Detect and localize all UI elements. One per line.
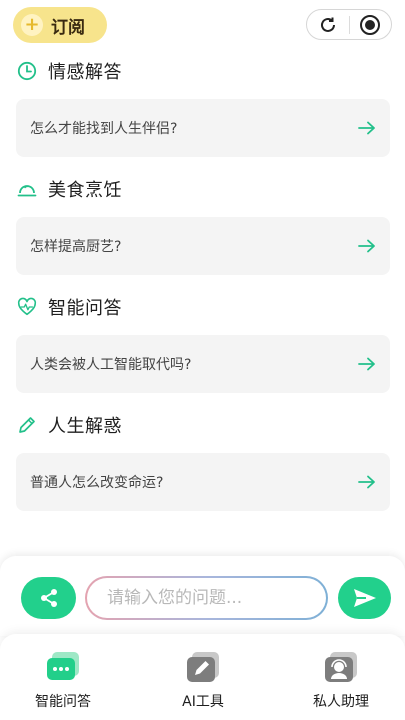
question-card-cooking[interactable]: 怎样提高厨艺? xyxy=(16,217,390,275)
question-text: 怎样提高厨艺? xyxy=(30,239,122,255)
question-text: 普通人怎么改变命运? xyxy=(30,475,164,491)
section-header-cooking: 美食烹饪 xyxy=(17,176,122,202)
question-text: 怎么才能找到人生伴侣? xyxy=(30,121,178,137)
heart-pulse-icon xyxy=(17,297,37,317)
question-card-emotion[interactable]: 怎么才能找到人生伴侣? xyxy=(16,99,390,157)
section-header-emotion: 情感解答 xyxy=(17,58,122,84)
record-icon xyxy=(360,14,381,35)
section-title: 人生解惑 xyxy=(48,416,122,437)
section-title: 智能问答 xyxy=(48,298,122,319)
clock-icon xyxy=(17,61,37,81)
tab-ai-tools[interactable]: AI工具 xyxy=(148,650,258,714)
plus-icon: + xyxy=(21,14,43,36)
arrow-right-icon xyxy=(358,239,375,253)
edit-tool-icon xyxy=(185,650,221,684)
question-card-life[interactable]: 普通人怎么改变命运? xyxy=(16,453,390,511)
send-icon xyxy=(353,589,376,607)
share-button[interactable] xyxy=(21,577,76,619)
section-header-life: 人生解惑 xyxy=(17,412,122,438)
section-header-smart-qa: 智能问答 xyxy=(17,294,122,320)
tab-label: AI工具 xyxy=(182,694,224,710)
close-miniprogram-button[interactable] xyxy=(349,10,391,39)
arrow-right-icon xyxy=(358,357,375,371)
question-input[interactable] xyxy=(85,576,328,620)
question-card-smart-qa[interactable]: 人类会被人工智能取代吗? xyxy=(16,335,390,393)
section-title: 美食烹饪 xyxy=(48,180,122,201)
arrow-right-icon xyxy=(358,475,375,489)
refresh-icon xyxy=(320,17,335,32)
question-text: 人类会被人工智能取代吗? xyxy=(30,357,192,373)
cloche-icon xyxy=(17,179,37,199)
chat-bubble-icon xyxy=(45,650,81,684)
tab-personal-assistant[interactable]: 私人助理 xyxy=(286,650,396,714)
tab-label: 私人助理 xyxy=(313,694,369,710)
arrow-right-icon xyxy=(358,121,375,135)
subscribe-label: 订阅 xyxy=(51,17,85,38)
send-button[interactable] xyxy=(338,577,391,619)
assistant-avatar-icon xyxy=(323,650,359,684)
share-icon xyxy=(40,589,57,607)
tab-label: 智能问答 xyxy=(35,694,91,710)
tab-smart-qa[interactable]: 智能问答 xyxy=(8,650,118,714)
mini-program-capsule xyxy=(306,9,392,40)
refresh-button[interactable] xyxy=(307,10,349,39)
subscribe-button[interactable]: + 订阅 xyxy=(13,7,107,43)
pencil-icon xyxy=(17,415,37,435)
section-title: 情感解答 xyxy=(48,62,122,83)
